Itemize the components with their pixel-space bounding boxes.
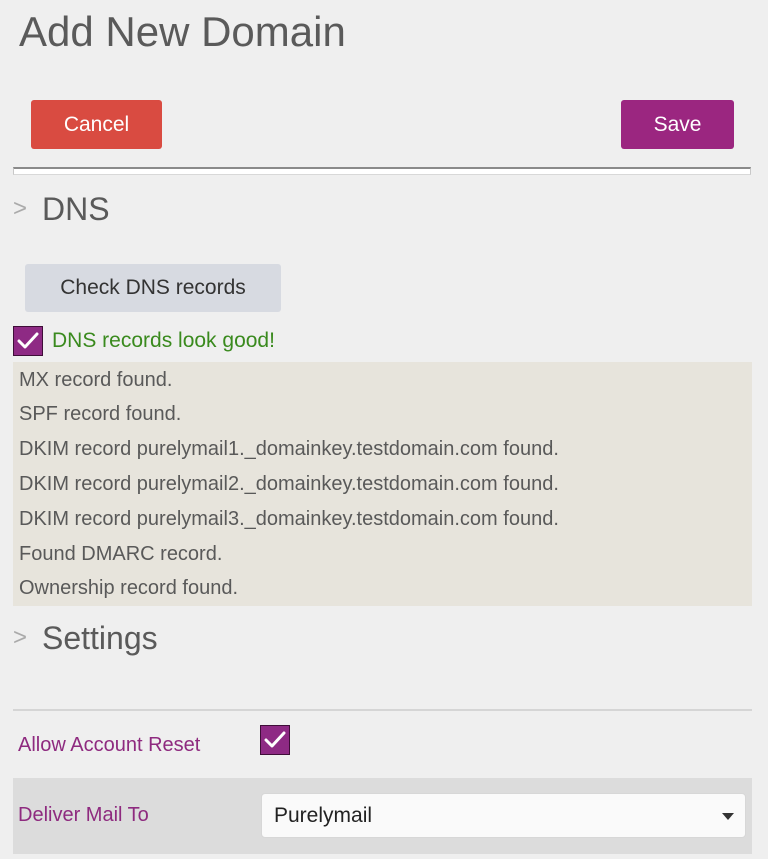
- deliver-mail-to-label: Deliver Mail To: [18, 804, 149, 826]
- chevron-down-icon: [722, 813, 734, 820]
- allow-account-reset-label: Allow Account Reset: [18, 734, 201, 756]
- dns-result-line: DKIM record purelymail2._domainkey.testd…: [19, 473, 559, 495]
- dns-result-line: MX record found.: [19, 369, 173, 391]
- dns-result-line: DKIM record purelymail1._domainkey.testd…: [19, 438, 559, 460]
- checkmark-icon: [264, 731, 286, 748]
- cancel-button[interactable]: Cancel: [31, 100, 162, 149]
- save-button[interactable]: Save: [621, 100, 734, 149]
- settings-section-title: Settings: [42, 620, 158, 656]
- page-title: Add New Domain: [19, 8, 346, 55]
- check-dns-records-button[interactable]: Check DNS records: [25, 264, 281, 312]
- chevron-right-icon: >: [13, 195, 28, 222]
- dns-status: DNS records look good!: [13, 326, 275, 356]
- dns-result-line: SPF record found.: [19, 403, 182, 425]
- dns-result-line: DKIM record purelymail3._domainkey.testd…: [19, 508, 559, 530]
- deliver-mail-to-value: Purelymail: [274, 803, 373, 827]
- header-divider: [13, 167, 751, 175]
- status-checkbox: [13, 326, 43, 356]
- dns-results-panel: MX record found. SPF record found. DKIM …: [13, 362, 752, 606]
- dns-result-line: Found DMARC record.: [19, 543, 223, 565]
- chevron-right-icon: >: [13, 624, 28, 651]
- dns-status-text: DNS records look good!: [52, 329, 275, 352]
- checkmark-icon: [17, 332, 39, 349]
- dns-section-toggle[interactable]: > DNS: [13, 193, 110, 225]
- dns-result-line: Ownership record found.: [19, 577, 239, 599]
- settings-divider: [13, 709, 752, 711]
- dns-section-title: DNS: [42, 191, 110, 227]
- allow-account-reset-checkbox[interactable]: [260, 725, 290, 755]
- settings-section-toggle[interactable]: > Settings: [13, 622, 158, 654]
- deliver-mail-to-select[interactable]: Purelymail: [261, 793, 746, 838]
